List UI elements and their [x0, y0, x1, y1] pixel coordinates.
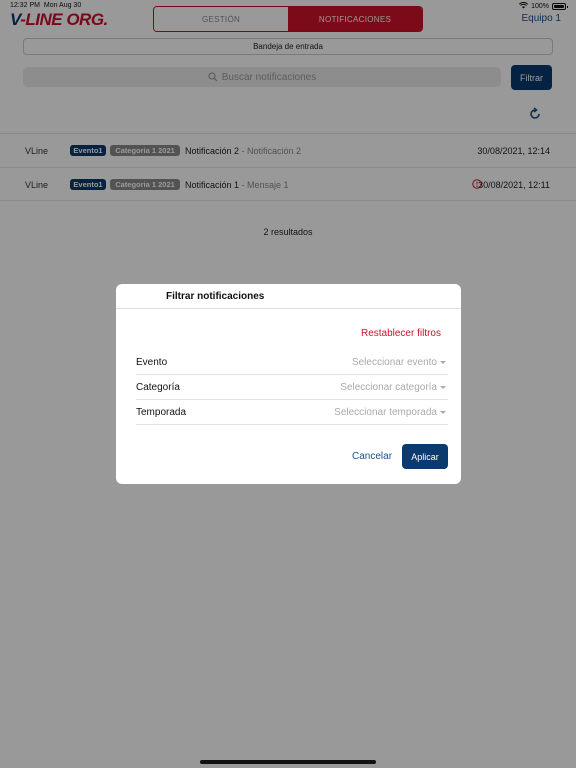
- category-select[interactable]: Seleccionar categoría: [340, 382, 446, 393]
- cancel-button[interactable]: Cancelar: [352, 451, 392, 462]
- filter-dialog: Filtrar notificaciones Restablecer filtr…: [116, 284, 461, 484]
- season-select[interactable]: Seleccionar temporada: [334, 407, 446, 418]
- filter-field-temporada[interactable]: Temporada Seleccionar temporada: [136, 400, 448, 425]
- apply-button[interactable]: Aplicar: [402, 444, 448, 469]
- divider: [116, 308, 461, 309]
- filter-field-evento[interactable]: Evento Seleccionar evento: [136, 350, 448, 375]
- chevron-down-icon: [440, 361, 446, 364]
- select-placeholder: Seleccionar evento: [351, 357, 437, 368]
- home-indicator[interactable]: [200, 760, 376, 764]
- dialog-title: Filtrar notificaciones: [166, 291, 265, 302]
- event-select[interactable]: Seleccionar evento: [352, 357, 446, 368]
- field-label: Evento: [136, 357, 168, 368]
- chevron-down-icon: [440, 386, 446, 389]
- filter-field-categoria[interactable]: Categoría Seleccionar categoría: [136, 375, 448, 400]
- reset-filters-button[interactable]: Restablecer filtros: [361, 328, 441, 339]
- select-placeholder: Seleccionar temporada: [334, 407, 437, 418]
- chevron-down-icon: [440, 411, 446, 414]
- field-label: Temporada: [136, 407, 187, 418]
- select-placeholder: Seleccionar categoría: [340, 382, 437, 393]
- field-label: Categoría: [136, 382, 180, 393]
